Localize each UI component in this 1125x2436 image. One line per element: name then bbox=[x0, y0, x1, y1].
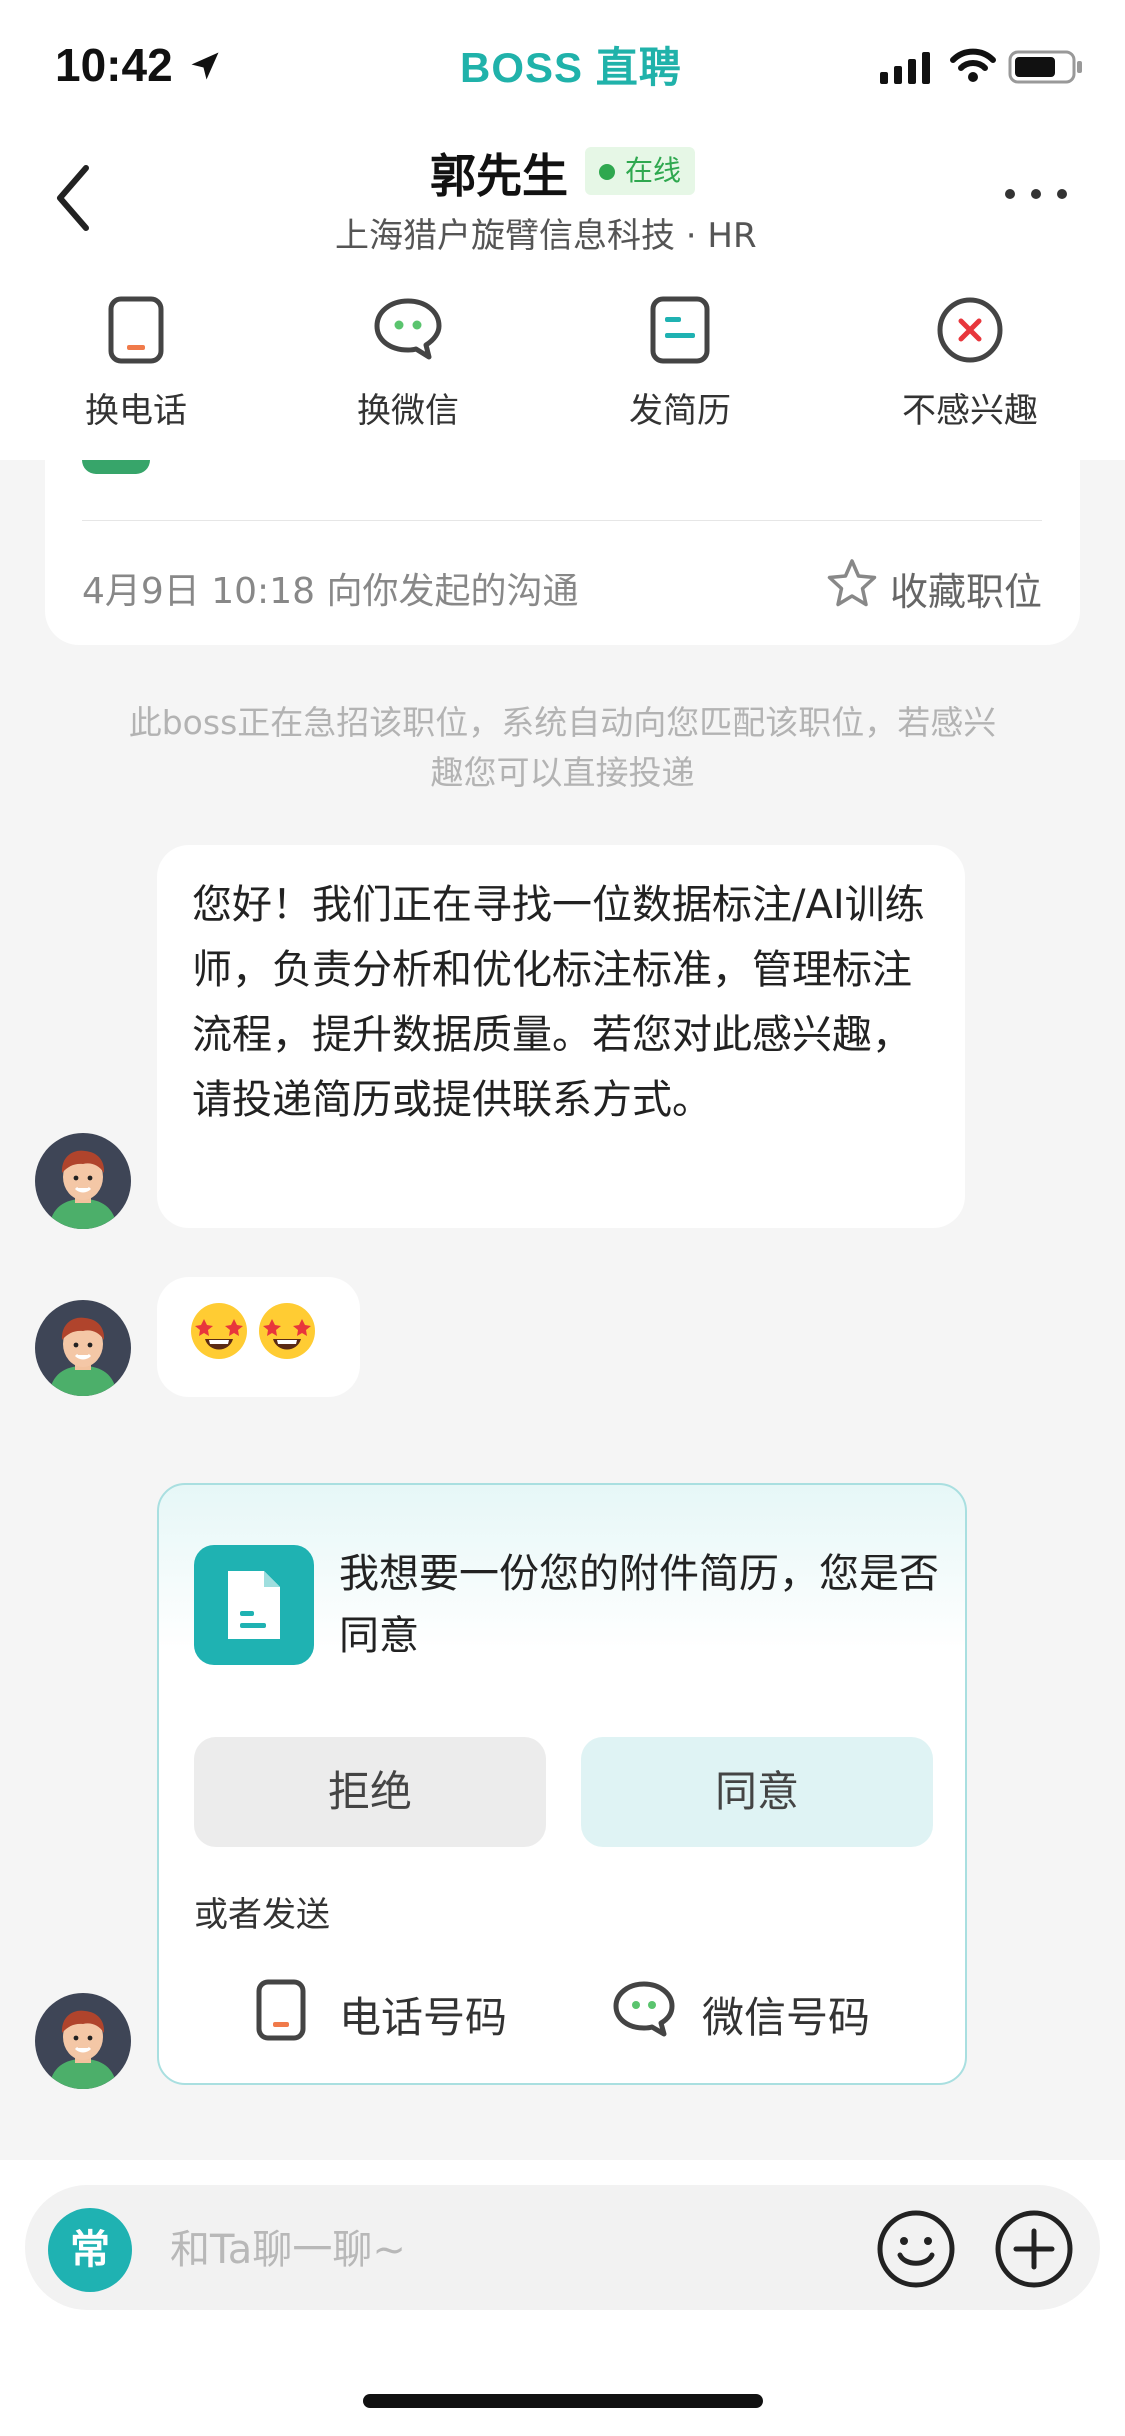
hr-avatar-icon bbox=[35, 1133, 131, 1229]
exchange-wechat-button[interactable]: 换微信 bbox=[318, 295, 498, 432]
signal-icon bbox=[880, 52, 930, 84]
send-wechat-id-label: 微信号码 bbox=[702, 1993, 871, 2042]
common-phrases-button[interactable]: 常 bbox=[48, 2208, 132, 2292]
favorite-job-label: 收藏职位 bbox=[890, 570, 1043, 614]
contact-name: 郭先生 bbox=[430, 149, 568, 203]
hr-avatar[interactable] bbox=[35, 1300, 131, 1396]
message-input[interactable] bbox=[170, 2215, 810, 2285]
wifi-icon bbox=[950, 48, 996, 82]
job-card bbox=[45, 460, 1080, 645]
add-attachment-icon[interactable] bbox=[993, 2208, 1075, 2290]
more-options-button[interactable] bbox=[1005, 185, 1067, 201]
agree-button[interactable]: 同意 bbox=[581, 1737, 933, 1847]
online-status-badge: 在线 bbox=[585, 147, 696, 195]
job-card-avatar bbox=[82, 460, 150, 474]
more-dot-icon bbox=[1005, 189, 1015, 199]
brand-logo: BOSS 直聘 bbox=[460, 44, 682, 91]
job-card-divider bbox=[82, 520, 1042, 521]
exchange-wechat-label: 换微信 bbox=[357, 391, 459, 431]
location-arrow-icon bbox=[191, 52, 219, 80]
exchange-phone-button[interactable]: 换电话 bbox=[46, 295, 226, 432]
resume-request-card: 我想要一份您的附件简历，您是否同意 拒绝 同意 或者发送 电话号码 微信号码 bbox=[157, 1483, 967, 2085]
hr-avatar-icon bbox=[35, 1993, 131, 2089]
send-phone-number-label: 电话号码 bbox=[339, 1993, 508, 2042]
hr-avatar[interactable] bbox=[35, 1133, 131, 1229]
not-interested-label: 不感兴趣 bbox=[902, 391, 1038, 431]
send-resume-label: 发简历 bbox=[629, 391, 731, 431]
more-dot-icon bbox=[1031, 189, 1041, 199]
star-icon bbox=[827, 559, 877, 607]
system-note: 此boss正在急招该职位，系统自动向您匹配该职位，若感兴趣您可以直接投递 bbox=[128, 703, 997, 792]
starstruck-emoji-icon bbox=[191, 1303, 247, 1359]
emoji-message-bubble: 🤩🤩 bbox=[157, 1277, 360, 1397]
or-send-label: 或者发送 bbox=[194, 1895, 330, 1935]
resume-icon bbox=[650, 296, 710, 364]
message-bubble: 您好！我们正在寻找一位数据标注/AI训练师，负责分析和优化标注标准，管理标注流程… bbox=[157, 845, 965, 1228]
exchange-phone-label: 换电话 bbox=[85, 391, 187, 431]
phone-icon bbox=[256, 1979, 306, 2041]
company-role: 上海猎户旋臂信息科技 · HR bbox=[335, 216, 757, 256]
battery-icon bbox=[1008, 50, 1082, 84]
hr-avatar-icon bbox=[35, 1300, 131, 1396]
conversation-initiated-text: 4月9日 10:18 向你发起的沟通 bbox=[82, 571, 579, 612]
reject-button[interactable]: 拒绝 bbox=[194, 1737, 546, 1847]
phone-icon bbox=[108, 296, 164, 364]
emoji-picker-icon[interactable] bbox=[875, 2208, 957, 2290]
not-interested-icon bbox=[937, 297, 1003, 363]
starstruck-emoji-icon bbox=[259, 1303, 315, 1359]
online-status-label: 在线 bbox=[625, 154, 682, 187]
wechat-icon bbox=[613, 1981, 675, 2037]
wechat-icon bbox=[374, 298, 442, 360]
back-button[interactable] bbox=[48, 160, 98, 236]
document-icon bbox=[194, 1545, 314, 1665]
resume-request-text: 我想要一份您的附件简历，您是否同意 bbox=[339, 1551, 939, 1659]
status-time: 10:42 bbox=[55, 39, 173, 91]
home-indicator[interactable] bbox=[363, 2394, 763, 2408]
more-dot-icon bbox=[1057, 189, 1067, 199]
hr-avatar[interactable] bbox=[35, 1993, 131, 2089]
send-resume-button[interactable]: 发简历 bbox=[590, 295, 770, 432]
not-interested-button[interactable]: 不感兴趣 bbox=[880, 295, 1060, 432]
online-dot-icon bbox=[599, 164, 615, 180]
